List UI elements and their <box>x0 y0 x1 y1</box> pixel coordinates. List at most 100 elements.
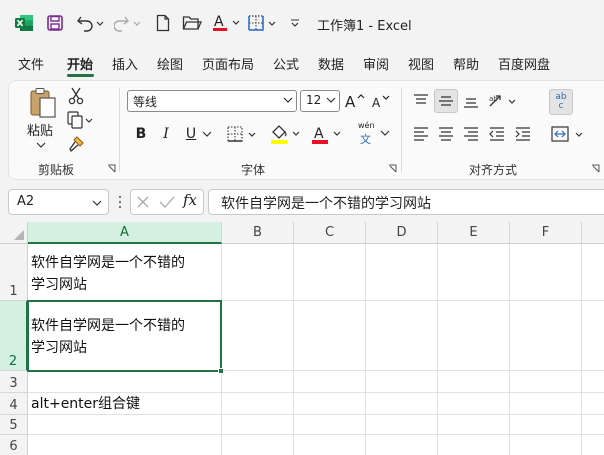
column-header-a[interactable]: A <box>28 222 222 244</box>
cut-icon[interactable] <box>66 86 86 106</box>
decrease-indent-icon[interactable] <box>486 123 508 145</box>
column-header-g[interactable] <box>582 222 604 244</box>
font-name-value: 等线 <box>133 95 158 109</box>
confirm-entry-icon[interactable] <box>159 195 175 209</box>
tab-data[interactable]: 数据 <box>318 54 344 73</box>
tab-help[interactable]: 帮助 <box>453 54 479 73</box>
orientation-icon[interactable]: ab <box>486 90 520 112</box>
tab-insert[interactable]: 插入 <box>112 54 138 73</box>
redo-icon[interactable] <box>114 12 142 34</box>
clipboard-group-label: 剪贴板 <box>38 163 75 177</box>
column-header-b[interactable]: B <box>222 222 294 244</box>
align-middle-icon[interactable] <box>434 89 458 113</box>
svg-text:A: A <box>314 126 324 142</box>
row-number: 3 <box>9 376 18 391</box>
row-number: 2 <box>8 354 18 369</box>
column-header-d[interactable]: D <box>366 222 438 244</box>
font-size-value: 12 <box>306 93 322 107</box>
font-name-dropdown-icon[interactable] <box>283 96 293 104</box>
active-tab-indicator <box>67 74 94 77</box>
row-header-4[interactable]: 4 <box>0 393 28 415</box>
column-header-f[interactable]: F <box>510 222 582 244</box>
name-box-value: A2 <box>17 194 35 209</box>
tab-home[interactable]: 开始 <box>67 54 93 73</box>
underline-button[interactable]: U <box>181 123 201 145</box>
align-bottom-icon[interactable] <box>460 90 482 112</box>
align-left-icon[interactable] <box>410 123 432 145</box>
format-painter-icon[interactable] <box>66 134 86 154</box>
tab-file[interactable]: 文件 <box>18 54 44 73</box>
phonetic-guide-button[interactable]: wén 文 <box>352 121 392 147</box>
row-number: 6 <box>9 439 18 454</box>
new-file-icon[interactable] <box>156 12 170 34</box>
fill-handle[interactable] <box>218 368 224 374</box>
title-bar: A 工作簿1 - Excel <box>0 0 604 46</box>
ribbon-separator <box>119 88 120 172</box>
font-launcher-icon[interactable] <box>388 164 397 173</box>
row-number: 1 <box>9 284 18 299</box>
active-cell-border <box>27 300 222 372</box>
gridline <box>581 244 582 455</box>
ribbon-separator <box>401 88 402 172</box>
row-header-1[interactable]: 1 <box>0 244 28 301</box>
borders-button[interactable] <box>225 123 261 145</box>
undo-icon[interactable] <box>76 12 104 34</box>
clipboard-launcher-icon[interactable] <box>107 164 116 173</box>
tab-formulas[interactable]: 公式 <box>273 54 299 73</box>
phonetic-guide-pinyin: wén <box>358 121 375 130</box>
cancel-entry-icon[interactable] <box>136 195 150 209</box>
borders-icon[interactable] <box>247 12 279 34</box>
svg-text:ab: ab <box>489 95 498 103</box>
row-header-2[interactable]: 2 <box>0 301 28 371</box>
align-center-icon[interactable] <box>435 123 457 145</box>
paste-dropdown-icon[interactable] <box>34 140 48 150</box>
wrap-text-button[interactable]: ab c <box>549 89 573 115</box>
row-header-5[interactable]: 5 <box>0 415 28 435</box>
svg-text:A: A <box>214 14 224 30</box>
insert-function-button[interactable]: fx <box>183 191 197 209</box>
gridline <box>509 244 510 455</box>
paste-icon[interactable] <box>26 86 60 120</box>
underline-dropdown-icon[interactable] <box>201 128 213 140</box>
row-header-3[interactable]: 3 <box>0 371 28 393</box>
tab-view[interactable]: 视图 <box>408 54 434 73</box>
tab-baidu-netdisk[interactable]: 百度网盘 <box>498 54 550 73</box>
alignment-launcher-icon[interactable] <box>591 164 600 173</box>
increase-font-size-icon[interactable]: A <box>344 90 366 112</box>
name-box-dropdown-icon[interactable] <box>92 199 102 207</box>
font-size-combo[interactable]: 12 <box>300 90 340 112</box>
italic-button[interactable]: I <box>156 123 176 145</box>
font-size-dropdown-icon[interactable] <box>326 96 336 104</box>
cell-a1[interactable]: 软件自学网是一个不错的 学习网站 <box>31 252 217 296</box>
tab-page-layout[interactable]: 页面布局 <box>202 54 254 73</box>
merge-center-icon[interactable] <box>549 123 589 145</box>
tab-draw[interactable]: 绘图 <box>157 54 183 73</box>
font-color-button[interactable]: A <box>309 122 345 146</box>
row-header-6[interactable]: 6 <box>0 435 28 455</box>
align-top-icon[interactable] <box>410 90 432 112</box>
increase-indent-icon[interactable] <box>512 123 534 145</box>
paste-label[interactable]: 粘贴 <box>27 120 53 139</box>
gridline <box>365 244 366 455</box>
cell-a4[interactable]: alt+enter组合键 <box>31 393 217 415</box>
copy-icon[interactable] <box>66 110 96 130</box>
font-name-combo[interactable]: 等线 <box>127 90 297 112</box>
save-icon[interactable] <box>46 12 64 34</box>
open-folder-icon[interactable] <box>182 12 202 34</box>
formula-input[interactable]: 软件自学网是一个不错的学习网站 <box>208 189 604 215</box>
select-all-button[interactable] <box>0 222 28 244</box>
column-header-c[interactable]: C <box>294 222 366 244</box>
wrap-text-glyph: ab c <box>555 92 567 111</box>
font-color-icon[interactable]: A <box>212 12 242 34</box>
font-group-label: 字体 <box>241 163 266 177</box>
tab-review[interactable]: 审阅 <box>363 54 389 73</box>
formula-bar-splitter-icon[interactable] <box>117 194 123 210</box>
column-header-e[interactable]: E <box>438 222 510 244</box>
decrease-font-size-icon[interactable]: A <box>370 90 392 112</box>
bold-button[interactable]: B <box>131 123 151 145</box>
row-number: 5 <box>9 418 18 433</box>
align-right-icon[interactable] <box>460 123 482 145</box>
customize-qat-icon[interactable] <box>290 12 300 34</box>
name-box[interactable]: A2 <box>8 189 109 215</box>
fill-color-button[interactable] <box>268 122 304 146</box>
